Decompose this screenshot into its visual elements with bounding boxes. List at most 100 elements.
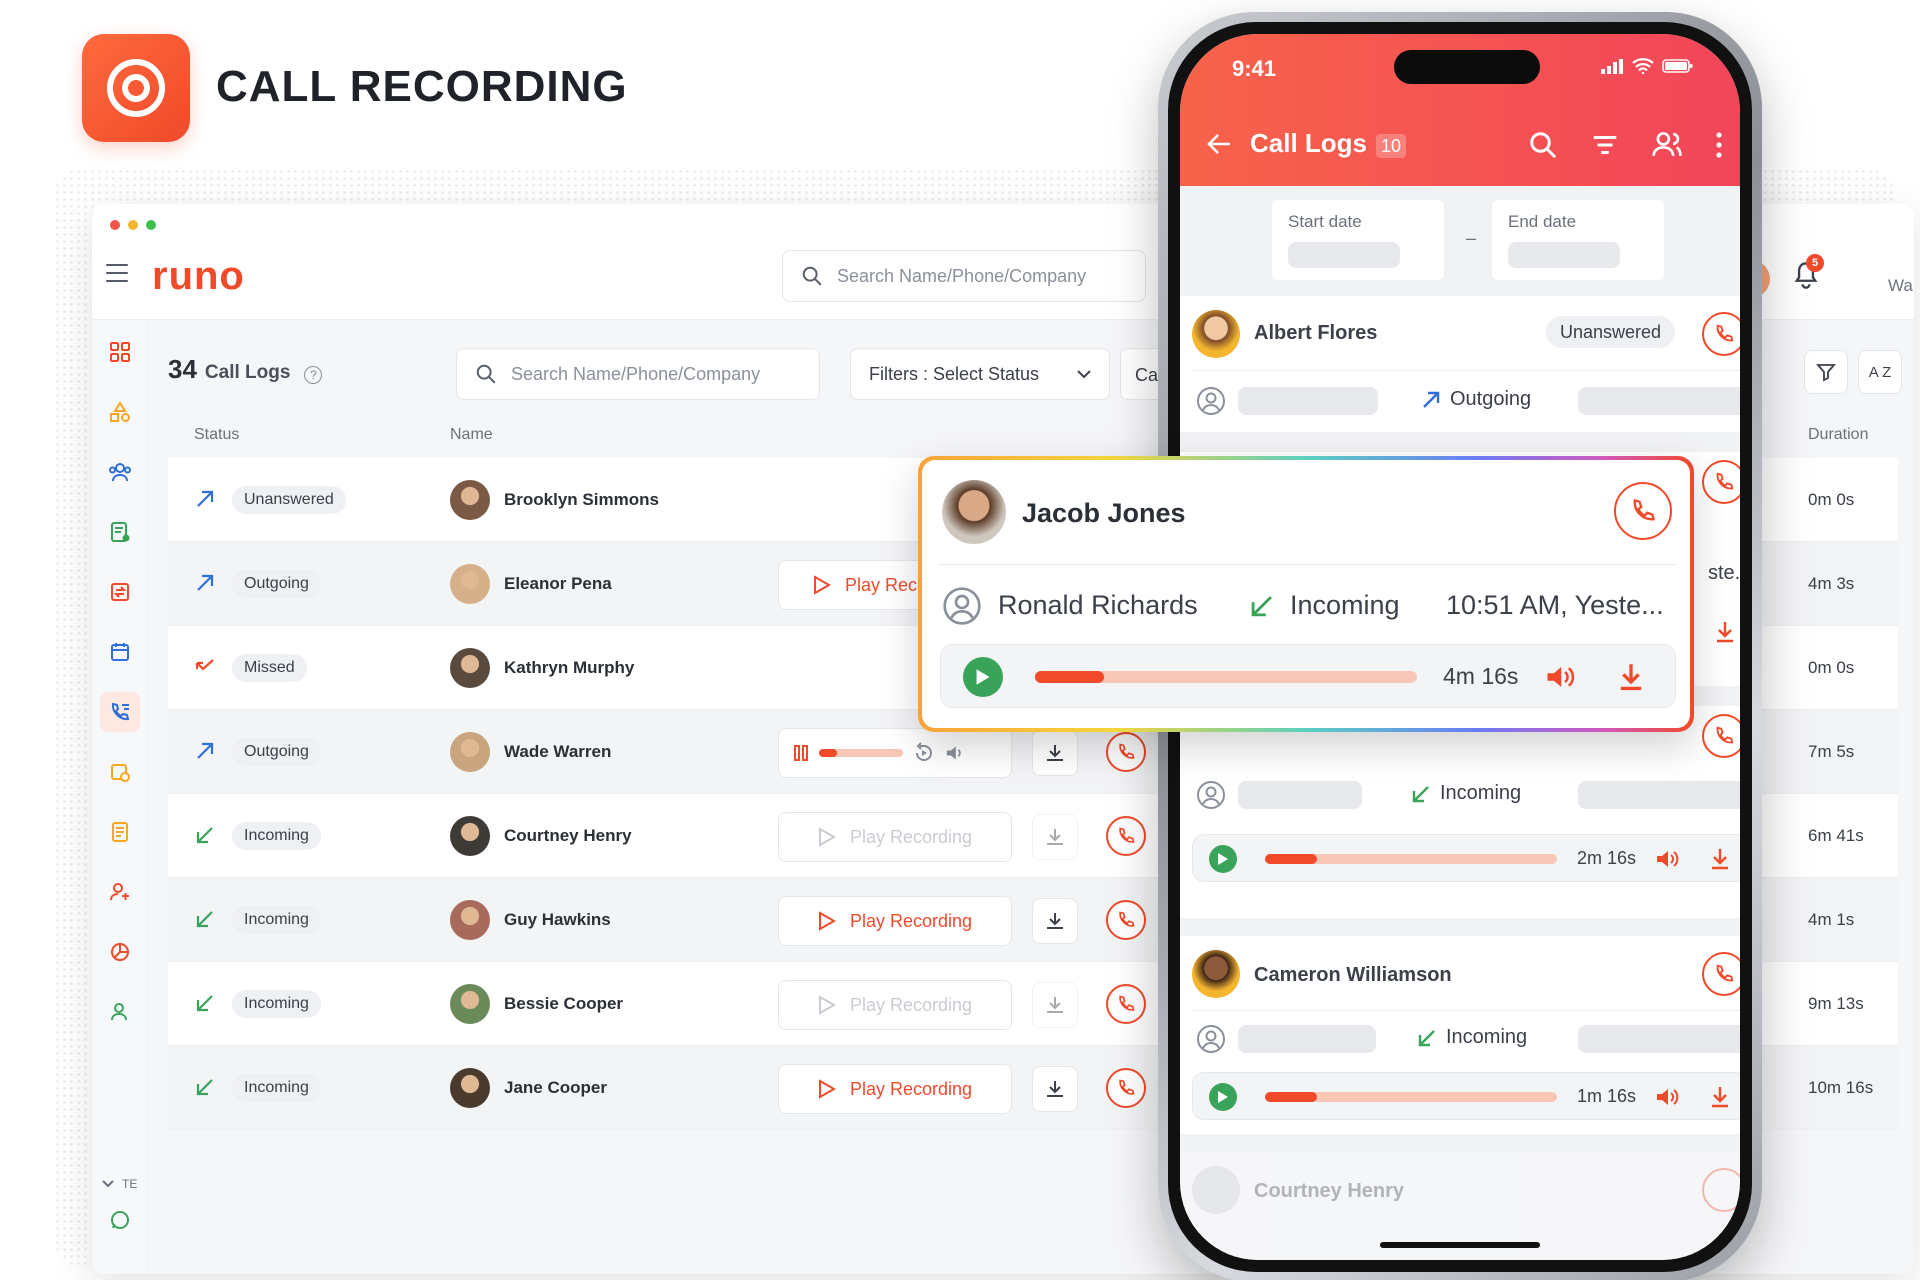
contact-name[interactable]: Kathryn Murphy (504, 658, 634, 678)
contact-name[interactable]: Brooklyn Simmons (504, 490, 659, 510)
call-button[interactable] (1702, 312, 1740, 356)
sidebar-item-calendar[interactable] (100, 632, 140, 672)
more-vertical-icon[interactable] (1714, 130, 1724, 160)
volume-icon[interactable] (945, 744, 965, 762)
notification-bell[interactable]: 5 (1792, 254, 1824, 295)
play-recording-button[interactable]: Play Recording (778, 1064, 1012, 1114)
audio-progress-track[interactable] (1035, 671, 1417, 683)
minimize-dot[interactable] (128, 220, 138, 230)
sidebar-item-notes[interactable] (100, 812, 140, 852)
runo-logo[interactable]: runo (152, 254, 245, 299)
sidebar-item-dashboard[interactable] (100, 332, 140, 372)
download-icon[interactable] (1709, 1085, 1731, 1109)
download-icon[interactable] (1617, 661, 1645, 693)
start-date-field[interactable]: Start date (1272, 200, 1444, 280)
status-filter-dropdown[interactable]: Filters : Select Status (850, 348, 1110, 400)
end-date-label: End date (1508, 212, 1577, 231)
sort-button[interactable]: A Z (1858, 350, 1902, 394)
back-arrow-icon[interactable] (1206, 132, 1232, 156)
call-button[interactable] (1702, 460, 1740, 504)
contact-name[interactable]: Courtney Henry (504, 826, 632, 846)
call-button[interactable] (1106, 900, 1146, 940)
play-icon (818, 827, 836, 847)
pause-icon[interactable] (793, 744, 809, 762)
contact-name[interactable]: Bessie Cooper (504, 994, 623, 1014)
download-button[interactable] (1032, 898, 1078, 944)
phone-call-card[interactable]: Incoming 2m 16s (1180, 706, 1740, 918)
audio-progress-fill (1265, 854, 1317, 864)
volume-icon[interactable] (1655, 848, 1679, 870)
menu-icon[interactable] (106, 264, 128, 282)
play-recording-button[interactable]: Play Recording (778, 896, 1012, 946)
audio-progress-fill (819, 749, 837, 757)
download-button[interactable] (1032, 814, 1078, 860)
download-button[interactable] (1032, 1066, 1078, 1112)
phone-icon (1633, 499, 1655, 521)
filter-button[interactable] (1804, 350, 1848, 394)
audio-progress-track[interactable] (1265, 1092, 1557, 1102)
download-icon[interactable] (1709, 847, 1731, 871)
sidebar-item-call-logs[interactable] (100, 692, 140, 732)
call-recording-logo (82, 34, 190, 142)
volume-icon[interactable] (1655, 1086, 1679, 1108)
phone-icon (1716, 472, 1734, 490)
filter-lines-icon[interactable] (1590, 130, 1620, 160)
sidebar-item-users[interactable] (100, 872, 140, 912)
dashboard-icon (110, 342, 130, 362)
call-button[interactable] (1106, 1068, 1146, 1108)
phone-icon (1119, 911, 1135, 927)
popup-call-time: 10:51 AM, Yeste... (1446, 590, 1664, 620)
call-button[interactable] (1106, 732, 1146, 772)
contact-name[interactable]: Wade Warren (504, 742, 611, 762)
phone-contact-name: Cameron Williamson (1254, 964, 1452, 986)
call-button[interactable] (1702, 952, 1740, 996)
transfer-icon (111, 583, 129, 601)
search-icon[interactable] (1528, 130, 1558, 160)
sidebar-item-whatsapp[interactable] (100, 1200, 140, 1240)
popup-contact-name: Jacob Jones (1022, 498, 1186, 528)
search-icon (802, 266, 822, 286)
avatar (450, 816, 490, 856)
contact-name[interactable]: Eleanor Pena (504, 574, 612, 594)
top-search-input[interactable]: Search Name/Phone/Company (782, 250, 1146, 302)
play-recording-button[interactable]: Play Recording (778, 980, 1012, 1030)
contacts-icon[interactable] (1650, 130, 1684, 160)
contact-name[interactable]: Jane Cooper (504, 1078, 607, 1098)
popup-call-button[interactable] (1614, 482, 1672, 540)
maximize-dot[interactable] (146, 220, 156, 230)
download-button[interactable] (1032, 730, 1078, 776)
volume-icon[interactable] (1545, 663, 1575, 691)
play-button[interactable] (963, 657, 1003, 697)
close-dot[interactable] (110, 220, 120, 230)
sidebar-item-schedule[interactable] (100, 752, 140, 792)
audio-progress-track[interactable] (819, 749, 903, 757)
sidebar-item-team[interactable] (100, 452, 140, 492)
sidebar-item-shapes[interactable] (100, 392, 140, 432)
help-icon[interactable]: ? (304, 366, 323, 384)
call-button[interactable] (1106, 816, 1146, 856)
sidebar-item-transfers[interactable] (100, 572, 140, 612)
sidebar-section-toggle[interactable]: TE (102, 1177, 137, 1191)
agent-user-icon (943, 587, 981, 625)
call-button[interactable] (1702, 1168, 1740, 1212)
phone-call-card[interactable]: Cameron Williamson Incoming 1m 16s (1180, 936, 1740, 1134)
whatsapp-icon (111, 1211, 129, 1229)
play-recording-label: Play Recording (849, 910, 973, 931)
download-icon[interactable] (1714, 620, 1736, 644)
end-date-field[interactable]: End date (1492, 200, 1664, 280)
sidebar-item-reports[interactable] (100, 512, 140, 552)
contact-name[interactable]: Guy Hawkins (504, 910, 611, 930)
call-button[interactable] (1106, 984, 1146, 1024)
phone-call-card[interactable]: Albert Flores Unanswered Outgoing (1180, 296, 1740, 432)
play-button[interactable] (1209, 1083, 1237, 1111)
sidebar-item-analytics[interactable] (100, 932, 140, 972)
replay-icon[interactable] (913, 742, 935, 764)
call-log-search-input[interactable]: Search Name/Phone/Company (456, 348, 820, 400)
call-button[interactable] (1702, 714, 1740, 758)
download-button[interactable] (1032, 982, 1078, 1028)
audio-progress-track[interactable] (1265, 854, 1557, 864)
play-recording-button[interactable]: Play Recording (778, 812, 1012, 862)
sidebar-item-profile[interactable] (100, 992, 140, 1032)
play-button[interactable] (1209, 845, 1237, 873)
time-placeholder (1578, 1025, 1740, 1053)
